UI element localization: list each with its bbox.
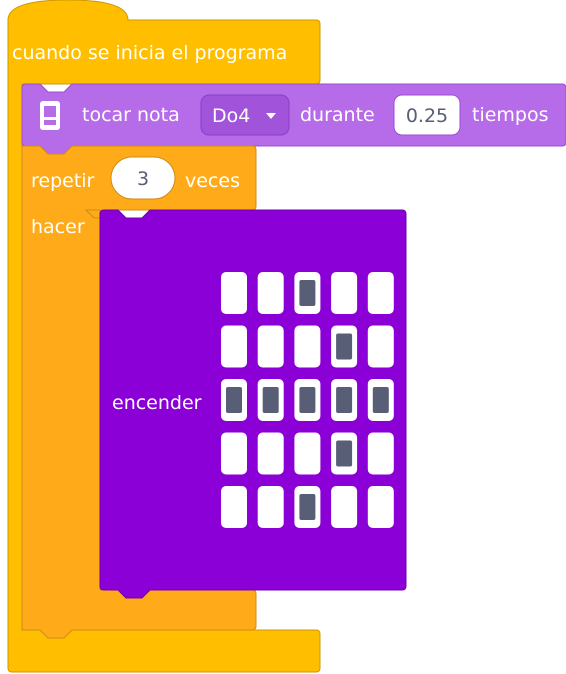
led-cell[interactable] [257,325,284,368]
led-cell[interactable] [367,325,394,368]
led-on [262,387,279,413]
led-on [299,387,316,413]
repeat-do-label: hacer [31,216,85,238]
led-cell[interactable] [331,486,358,528]
led-on [299,280,316,306]
event-block-label: cuando se inicia el programa [12,42,287,64]
led-cell[interactable] [331,272,358,314]
led-cell[interactable] [294,325,321,368]
beats-input[interactable]: 0.25 [393,94,461,136]
led-on [372,387,389,413]
led-on [336,387,353,413]
show-leds-label: encender [112,392,202,414]
microbit-icon [40,101,60,130]
during-label: durante [300,104,375,126]
led-cell[interactable] [221,432,247,475]
led-cell[interactable] [257,272,284,314]
led-on [336,440,353,467]
led-on [226,387,242,413]
led-on [336,333,353,360]
led-cell[interactable] [367,432,394,475]
beats-input-value: 0.25 [406,105,448,127]
led-cell[interactable] [257,486,284,528]
led-cell[interactable] [221,486,247,528]
repeat-label: repetir [31,170,95,192]
code-canvas: cuando se inicia el programa tocar nota … [7,0,566,673]
led-on [299,494,316,520]
repeat-count-value: 3 [137,168,149,190]
led-cell[interactable] [294,432,321,475]
note-dropdown-value: Do4 [212,105,250,127]
led-cell[interactable] [367,272,394,314]
led-cell[interactable] [257,432,284,475]
led-cell[interactable] [367,486,394,528]
note-dropdown[interactable]: Do4 [200,94,290,136]
beats-unit-label: tiempos [472,104,549,126]
play-note-label: tocar nota [82,104,180,126]
led-cell[interactable] [221,272,247,314]
led-cell[interactable] [221,325,247,368]
repeat-unit-label: veces [185,170,240,192]
repeat-count-input[interactable]: 3 [110,156,176,200]
